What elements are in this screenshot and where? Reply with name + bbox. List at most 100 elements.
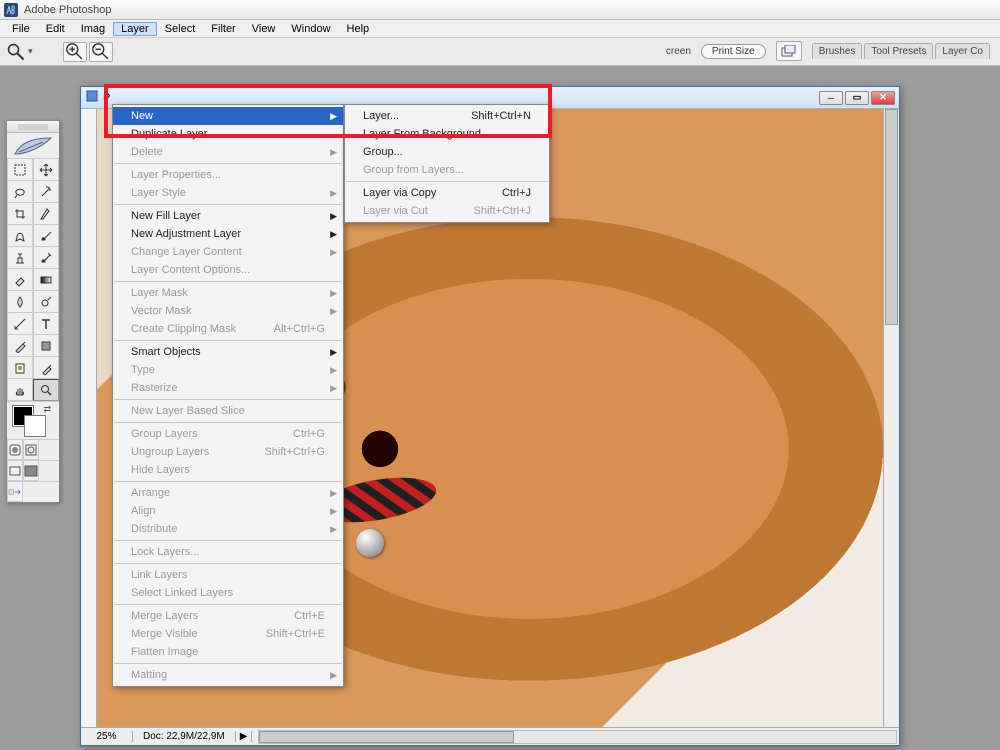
- shape-tool[interactable]: [33, 335, 59, 357]
- menu-item-change-layer-content: Change Layer Content▶: [113, 243, 343, 261]
- menu-view[interactable]: View: [244, 22, 284, 36]
- fit-screen-label: creen: [666, 46, 691, 57]
- marquee-tool[interactable]: [7, 159, 33, 181]
- panel-tab-tool-presets[interactable]: Tool Presets: [864, 43, 933, 59]
- menu-window[interactable]: Window: [283, 22, 338, 36]
- menu-item-group-[interactable]: Group...: [345, 143, 549, 161]
- menu-item-new-layer-based-slice: New Layer Based Slice: [113, 402, 343, 420]
- scrollbar-thumb[interactable]: [885, 109, 898, 325]
- menu-item-duplicate-layer-[interactable]: Duplicate Layer...: [113, 125, 343, 143]
- app-title: Adobe Photoshop: [24, 4, 111, 16]
- titlebar: Adobe Photoshop: [0, 0, 1000, 20]
- menu-item-rasterize: Rasterize▶: [113, 379, 343, 397]
- panel-tab-layer-co[interactable]: Layer Co: [935, 43, 990, 59]
- crop-tool[interactable]: [7, 203, 33, 225]
- menu-item-layer-[interactable]: Layer...Shift+Ctrl+N: [345, 107, 549, 125]
- zoom-tool[interactable]: [33, 379, 59, 401]
- palette-grip[interactable]: [7, 121, 59, 133]
- menu-select[interactable]: Select: [157, 22, 204, 36]
- menu-item-layer-content-options-: Layer Content Options...: [113, 261, 343, 279]
- move-tool[interactable]: [33, 159, 59, 181]
- eyedropper-tool[interactable]: [33, 357, 59, 379]
- eraser-tool[interactable]: [7, 269, 33, 291]
- screen-mode-2-icon[interactable]: [23, 461, 39, 481]
- doc-info[interactable]: Doc: 22,9M/22,9M: [133, 731, 236, 742]
- blur-tool[interactable]: [7, 291, 33, 313]
- status-arrow-icon[interactable]: ▶: [236, 731, 253, 742]
- window-minimize-button[interactable]: ─: [819, 91, 843, 105]
- menu-file[interactable]: File: [4, 22, 38, 36]
- workspace: ⇄ P ─ ▭ ✕: [0, 66, 1000, 750]
- menu-item-select-linked-layers: Select Linked Layers: [113, 584, 343, 602]
- imageready-icon[interactable]: [7, 482, 23, 502]
- healing-tool[interactable]: [7, 225, 33, 247]
- swap-colors-icon[interactable]: ⇄: [43, 404, 51, 415]
- menu-item-new-adjustment-layer[interactable]: New Adjustment Layer▶: [113, 225, 343, 243]
- menu-item-layer-properties-: Layer Properties...: [113, 166, 343, 184]
- menu-filter[interactable]: Filter: [203, 22, 243, 36]
- layer-menu[interactable]: New▶Duplicate Layer...Delete▶Layer Prope…: [112, 104, 344, 687]
- panels-toggle-icon[interactable]: [776, 41, 802, 61]
- menu-item-link-layers: Link Layers: [113, 566, 343, 584]
- window-maximize-button[interactable]: ▭: [845, 91, 869, 105]
- scrollbar-thumb[interactable]: [259, 731, 514, 743]
- pen-tool[interactable]: [7, 335, 33, 357]
- tools-palette[interactable]: ⇄: [6, 120, 60, 503]
- menu-imag[interactable]: Imag: [73, 22, 113, 36]
- menu-layer[interactable]: Layer: [113, 22, 157, 36]
- menu-item-group-layers: Group LayersCtrl+G: [113, 425, 343, 443]
- menu-item-type: Type▶: [113, 361, 343, 379]
- slice-tool[interactable]: [33, 203, 59, 225]
- scrollbar-vertical[interactable]: [883, 109, 899, 727]
- menu-item-new[interactable]: New▶: [113, 107, 343, 125]
- menu-help[interactable]: Help: [339, 22, 378, 36]
- type-tool[interactable]: [33, 313, 59, 335]
- zoom-in-button[interactable]: [63, 42, 87, 62]
- hand-tool[interactable]: [7, 379, 33, 401]
- standard-mode-icon[interactable]: [23, 440, 39, 460]
- quickmask-icon[interactable]: [7, 440, 23, 460]
- menu-item-arrange: Arrange▶: [113, 484, 343, 502]
- menu-item-layer-from-background-[interactable]: Layer From Background...: [345, 125, 549, 143]
- screen-mode-1-icon[interactable]: [7, 461, 23, 481]
- tool-dropdown-icon[interactable]: ▾: [28, 46, 33, 57]
- panel-tab-brushes[interactable]: Brushes: [812, 43, 863, 59]
- menu-item-merge-layers: Merge LayersCtrl+E: [113, 607, 343, 625]
- color-swatches[interactable]: ⇄: [7, 401, 59, 439]
- ruler-vertical: [81, 109, 97, 727]
- zoom-level[interactable]: 25%: [81, 731, 133, 742]
- magic-wand-tool[interactable]: [33, 181, 59, 203]
- notes-tool[interactable]: [7, 357, 33, 379]
- menu-item-layer-via-cut: Layer via CutShift+Ctrl+J: [345, 202, 549, 220]
- window-close-button[interactable]: ✕: [871, 91, 895, 105]
- menu-item-hide-layers: Hide Layers: [113, 461, 343, 479]
- menu-edit[interactable]: Edit: [38, 22, 73, 36]
- menu-item-smart-objects[interactable]: Smart Objects▶: [113, 343, 343, 361]
- image-detail: [356, 529, 384, 557]
- scrollbar-horizontal[interactable]: [258, 730, 897, 744]
- menu-item-flatten-image: Flatten Image: [113, 643, 343, 661]
- menu-item-new-fill-layer[interactable]: New Fill Layer▶: [113, 207, 343, 225]
- clone-tool[interactable]: [7, 247, 33, 269]
- zoom-tool-icon: [6, 42, 26, 62]
- brush-tool[interactable]: [33, 225, 59, 247]
- feather-logo-icon: [7, 133, 59, 159]
- print-size-button[interactable]: Print Size: [701, 44, 766, 59]
- background-color[interactable]: [25, 416, 45, 436]
- menu-item-layer-via-copy[interactable]: Layer via CopyCtrl+J: [345, 184, 549, 202]
- lasso-tool[interactable]: [7, 181, 33, 203]
- menu-item-distribute: Distribute▶: [113, 520, 343, 538]
- menu-item-matting: Matting▶: [113, 666, 343, 684]
- layer-new-submenu[interactable]: Layer...Shift+Ctrl+NLayer From Backgroun…: [344, 104, 550, 223]
- menu-item-align: Align▶: [113, 502, 343, 520]
- gradient-tool[interactable]: [33, 269, 59, 291]
- path-tool[interactable]: [7, 313, 33, 335]
- app-icon: [4, 3, 18, 17]
- menu-item-group-from-layers-: Group from Layers...: [345, 161, 549, 179]
- panel-tabs: BrushesTool PresetsLayer Co: [812, 43, 990, 59]
- menu-item-create-clipping-mask: Create Clipping MaskAlt+Ctrl+G: [113, 320, 343, 338]
- zoom-out-button[interactable]: [89, 42, 113, 62]
- history-brush-tool[interactable]: [33, 247, 59, 269]
- document-icon: [85, 89, 99, 106]
- dodge-tool[interactable]: [33, 291, 59, 313]
